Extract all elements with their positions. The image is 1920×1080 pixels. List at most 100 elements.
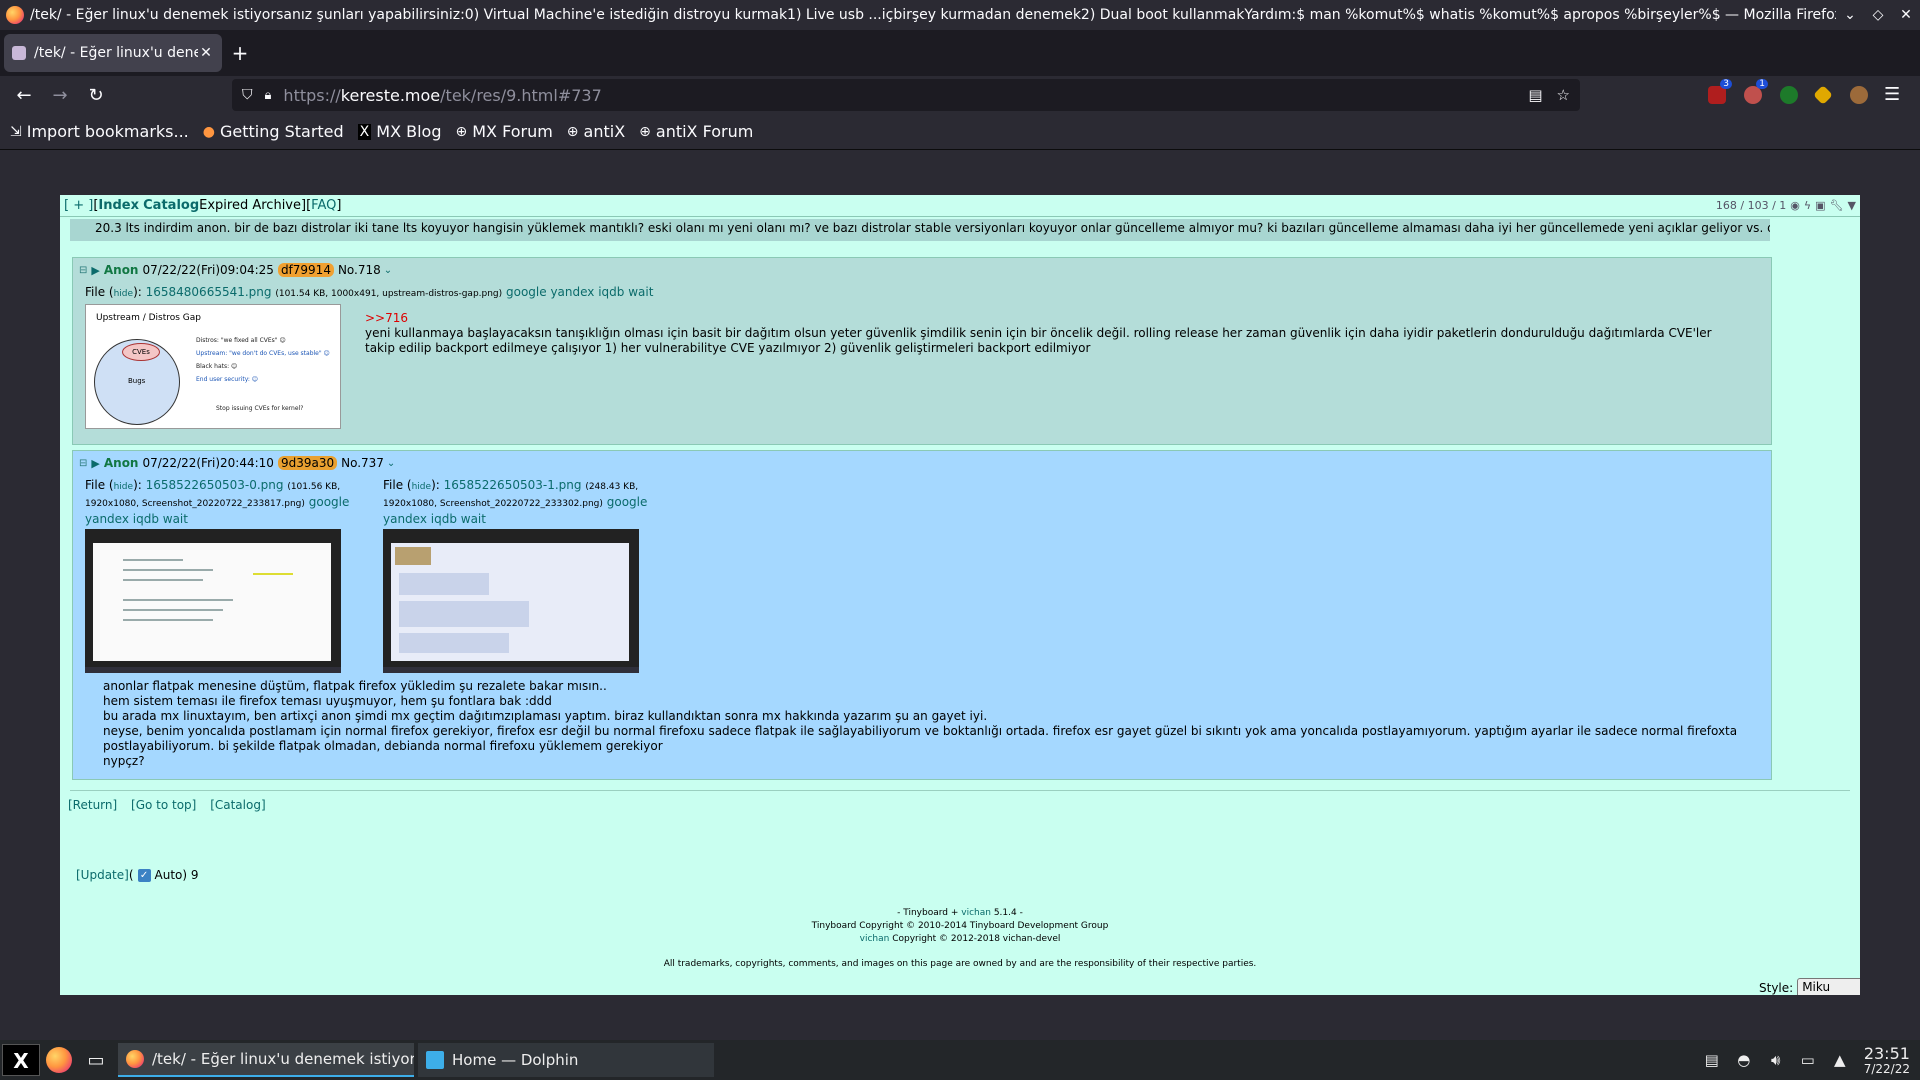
expand-arrow-icon[interactable]: ▶ — [91, 264, 99, 277]
clock[interactable]: 23:51 7/22/22 — [1864, 1045, 1910, 1076]
poster-id-badge[interactable]: df79914 — [277, 263, 334, 277]
bookmark-star-icon[interactable]: ☆ — [1557, 86, 1570, 104]
thumb-screen — [93, 543, 331, 661]
tab-active[interactable]: /tek/ - Eğer linux'u dene ✕ — [4, 34, 222, 72]
bookmark-label: Getting Started — [219, 122, 344, 141]
bookmark-import[interactable]: ⇲ Import bookmarks... — [10, 122, 189, 141]
screenshot-thumbnail-2[interactable] — [383, 529, 639, 673]
notification-bulb-icon[interactable]: ◓ — [1728, 1051, 1760, 1069]
wrench-icon[interactable]: 🔧︎ — [1830, 199, 1844, 212]
post-number-link[interactable]: No.737 — [341, 456, 384, 470]
bookmark-antix-forum[interactable]: ⊕ antiX Forum — [639, 122, 753, 141]
eye-icon[interactable]: ◉ — [1790, 199, 1800, 212]
ublock-badge: 3 — [1720, 79, 1732, 89]
vichan-link[interactable]: vichan — [961, 908, 991, 918]
url-bar[interactable]: ⛉ 🔒︎ https://kereste.moe/tek/res/9.html#… — [232, 79, 1580, 111]
file-info: File (hide): 1658480665541.png (101.54 K… — [85, 285, 654, 299]
reload-icon[interactable]: ↻ — [78, 85, 114, 106]
import-icon: ⇲ — [10, 123, 22, 140]
style-dropdown[interactable]: Miku⌄ — [1797, 978, 1860, 995]
post-number-link[interactable]: No.718 — [338, 263, 381, 277]
paren-text: ( — [128, 868, 134, 882]
thumb-block — [399, 633, 509, 653]
minimize-icon[interactable]: ⌄ — [1836, 7, 1864, 23]
file-link[interactable]: 1658480665541.png — [146, 285, 272, 299]
bookmark-getting-started[interactable]: ● Getting Started — [203, 122, 344, 141]
expired-archive-link[interactable]: Expired Archive] — [199, 198, 306, 213]
post-counts: 168 / 103 / 1 — [1715, 199, 1787, 212]
image-icon[interactable]: ▣ — [1815, 199, 1825, 212]
green-extension-icon[interactable] — [1780, 86, 1798, 104]
task-dolphin[interactable]: Home — Dolphin — [418, 1043, 714, 1077]
return-link[interactable]: [Return] — [68, 798, 117, 812]
update-link[interactable]: [Update] — [76, 868, 129, 882]
go-to-top-link[interactable]: [Go to top] — [131, 798, 196, 812]
bottom-navigation: [Return] [Go to top] [Catalog] — [68, 798, 276, 812]
post-intro: ⊟ ▶ Anon 07/22/22(Fri)09:04:25 df79914 N… — [79, 263, 392, 277]
collapse-icon[interactable]: ⊟ — [79, 458, 87, 469]
collapse-icon[interactable]: ⊟ — [79, 265, 87, 276]
page-viewport: [ + ] [ Index Catalog Expired Archive] [… — [0, 150, 1920, 1040]
reader-view-icon[interactable]: ▤ — [1528, 86, 1542, 104]
new-tab-button[interactable]: + — [222, 34, 258, 72]
expand-boards-link[interactable]: [ + ] — [64, 198, 93, 213]
maximize-icon[interactable]: ◇ — [1864, 7, 1892, 23]
board-list-bar: [ + ] [ Index Catalog Expired Archive] [… — [60, 195, 1860, 217]
volume-icon[interactable]: 🔊︎ — [1760, 1051, 1792, 1069]
file-link[interactable]: 1658522650503-0.png — [146, 478, 284, 492]
reply-post-737: ⊟ ▶ Anon 07/22/22(Fri)20:44:10 9d39a30 N… — [72, 450, 1772, 780]
index-link[interactable]: Index — [98, 198, 139, 213]
bookmark-mx-forum[interactable]: ⊕ MX Forum — [455, 122, 552, 141]
tampermonkey-extension-icon[interactable]: 1 — [1744, 79, 1768, 104]
clipboard-icon[interactable]: ▤ — [1696, 1051, 1728, 1069]
faq-link[interactable]: FAQ — [311, 198, 336, 213]
vichan-link[interactable]: vichan — [860, 934, 890, 944]
bookmark-mx-blog[interactable]: X MX Blog — [357, 122, 441, 141]
post-menu-chevron-icon[interactable]: ⌄ — [387, 458, 395, 469]
quote-link[interactable]: >>716 — [365, 311, 1745, 326]
tray-expand-icon[interactable]: ▲ — [1824, 1051, 1856, 1069]
dropdown-arrow-icon[interactable]: ▼ — [1848, 199, 1856, 212]
poster-id-badge[interactable]: 9d39a30 — [277, 456, 338, 470]
file-link[interactable]: 1658522650503-1.png — [444, 478, 582, 492]
file-info: File (hide): 1658522650503-0.png (101.56… — [85, 478, 350, 526]
network-icon[interactable]: ▭ — [1792, 1051, 1824, 1069]
hide-file-link[interactable]: hide — [114, 289, 133, 299]
hamburger-menu-icon[interactable]: ☰ — [1884, 84, 1900, 105]
close-window-icon[interactable]: ✕ — [1892, 7, 1920, 23]
screenshot-thumbnail-1[interactable] — [85, 529, 341, 673]
lock-icon[interactable]: 🔒︎ — [265, 88, 272, 103]
yellow-extension-icon[interactable] — [1813, 85, 1833, 105]
post-line: hem sistem teması ile firefox teması uyu… — [103, 694, 552, 708]
forward-icon[interactable]: → — [42, 85, 78, 106]
catalog-link[interactable]: Catalog — [143, 198, 199, 213]
catalog-bottom-link[interactable]: [Catalog] — [210, 798, 265, 812]
post-body: >>716 yeni kullanmaya başlayacaksın tanı… — [365, 311, 1745, 356]
tab-label: /tek/ - Eğer linux'u dene — [34, 45, 198, 61]
bookmark-label: antiX Forum — [655, 122, 754, 141]
hide-file-link[interactable]: hide — [412, 482, 431, 492]
bookmarks-toolbar: ⇲ Import bookmarks... ● Getting Started XM… — [0, 114, 1920, 150]
image-search-links[interactable]: google yandex iqdb wait — [506, 285, 653, 299]
ublock-extension-icon[interactable]: 3 — [1708, 79, 1732, 104]
application-launcher-icon[interactable]: X — [2, 1044, 40, 1076]
terminal-launcher-icon[interactable]: ▭ — [78, 1050, 114, 1071]
back-icon[interactable]: ← — [6, 85, 42, 106]
expand-arrow-icon[interactable]: ▶ — [91, 457, 99, 470]
auto-update-checkbox[interactable]: ✓ — [137, 868, 151, 882]
firefox-launcher-icon[interactable] — [46, 1047, 72, 1073]
clock-date: 7/22/22 — [1863, 1061, 1910, 1076]
window-title: /tek/ - Eğer linux'u denemek istiyorsanı… — [30, 7, 1836, 23]
lightning-icon[interactable]: ϟ — [1804, 199, 1811, 212]
tab-close-icon[interactable]: ✕ — [198, 45, 214, 61]
tracking-protection-shield-icon[interactable]: ⛉ — [242, 87, 253, 103]
thread-stats: 168 / 103 / 1 ◉ ϟ ▣ 🔧︎ ▼ — [1712, 198, 1856, 213]
url-text[interactable]: https://kereste.moe/tek/res/9.html#737 — [283, 86, 1514, 105]
footer-legal: All trademarks, copyrights, comments, an… — [663, 959, 1257, 969]
brown-extension-icon[interactable] — [1850, 86, 1868, 104]
post-thumbnail[interactable]: Upstream / Distros Gap CVEs Bugs Distros… — [85, 304, 341, 429]
hide-file-link[interactable]: hide — [114, 482, 133, 492]
post-menu-chevron-icon[interactable]: ⌄ — [384, 265, 392, 276]
bookmark-antix[interactable]: ⊕ antiX — [567, 122, 625, 141]
task-firefox[interactable]: /tek/ - Eğer linux'u denemek istiyor... — [118, 1043, 414, 1077]
